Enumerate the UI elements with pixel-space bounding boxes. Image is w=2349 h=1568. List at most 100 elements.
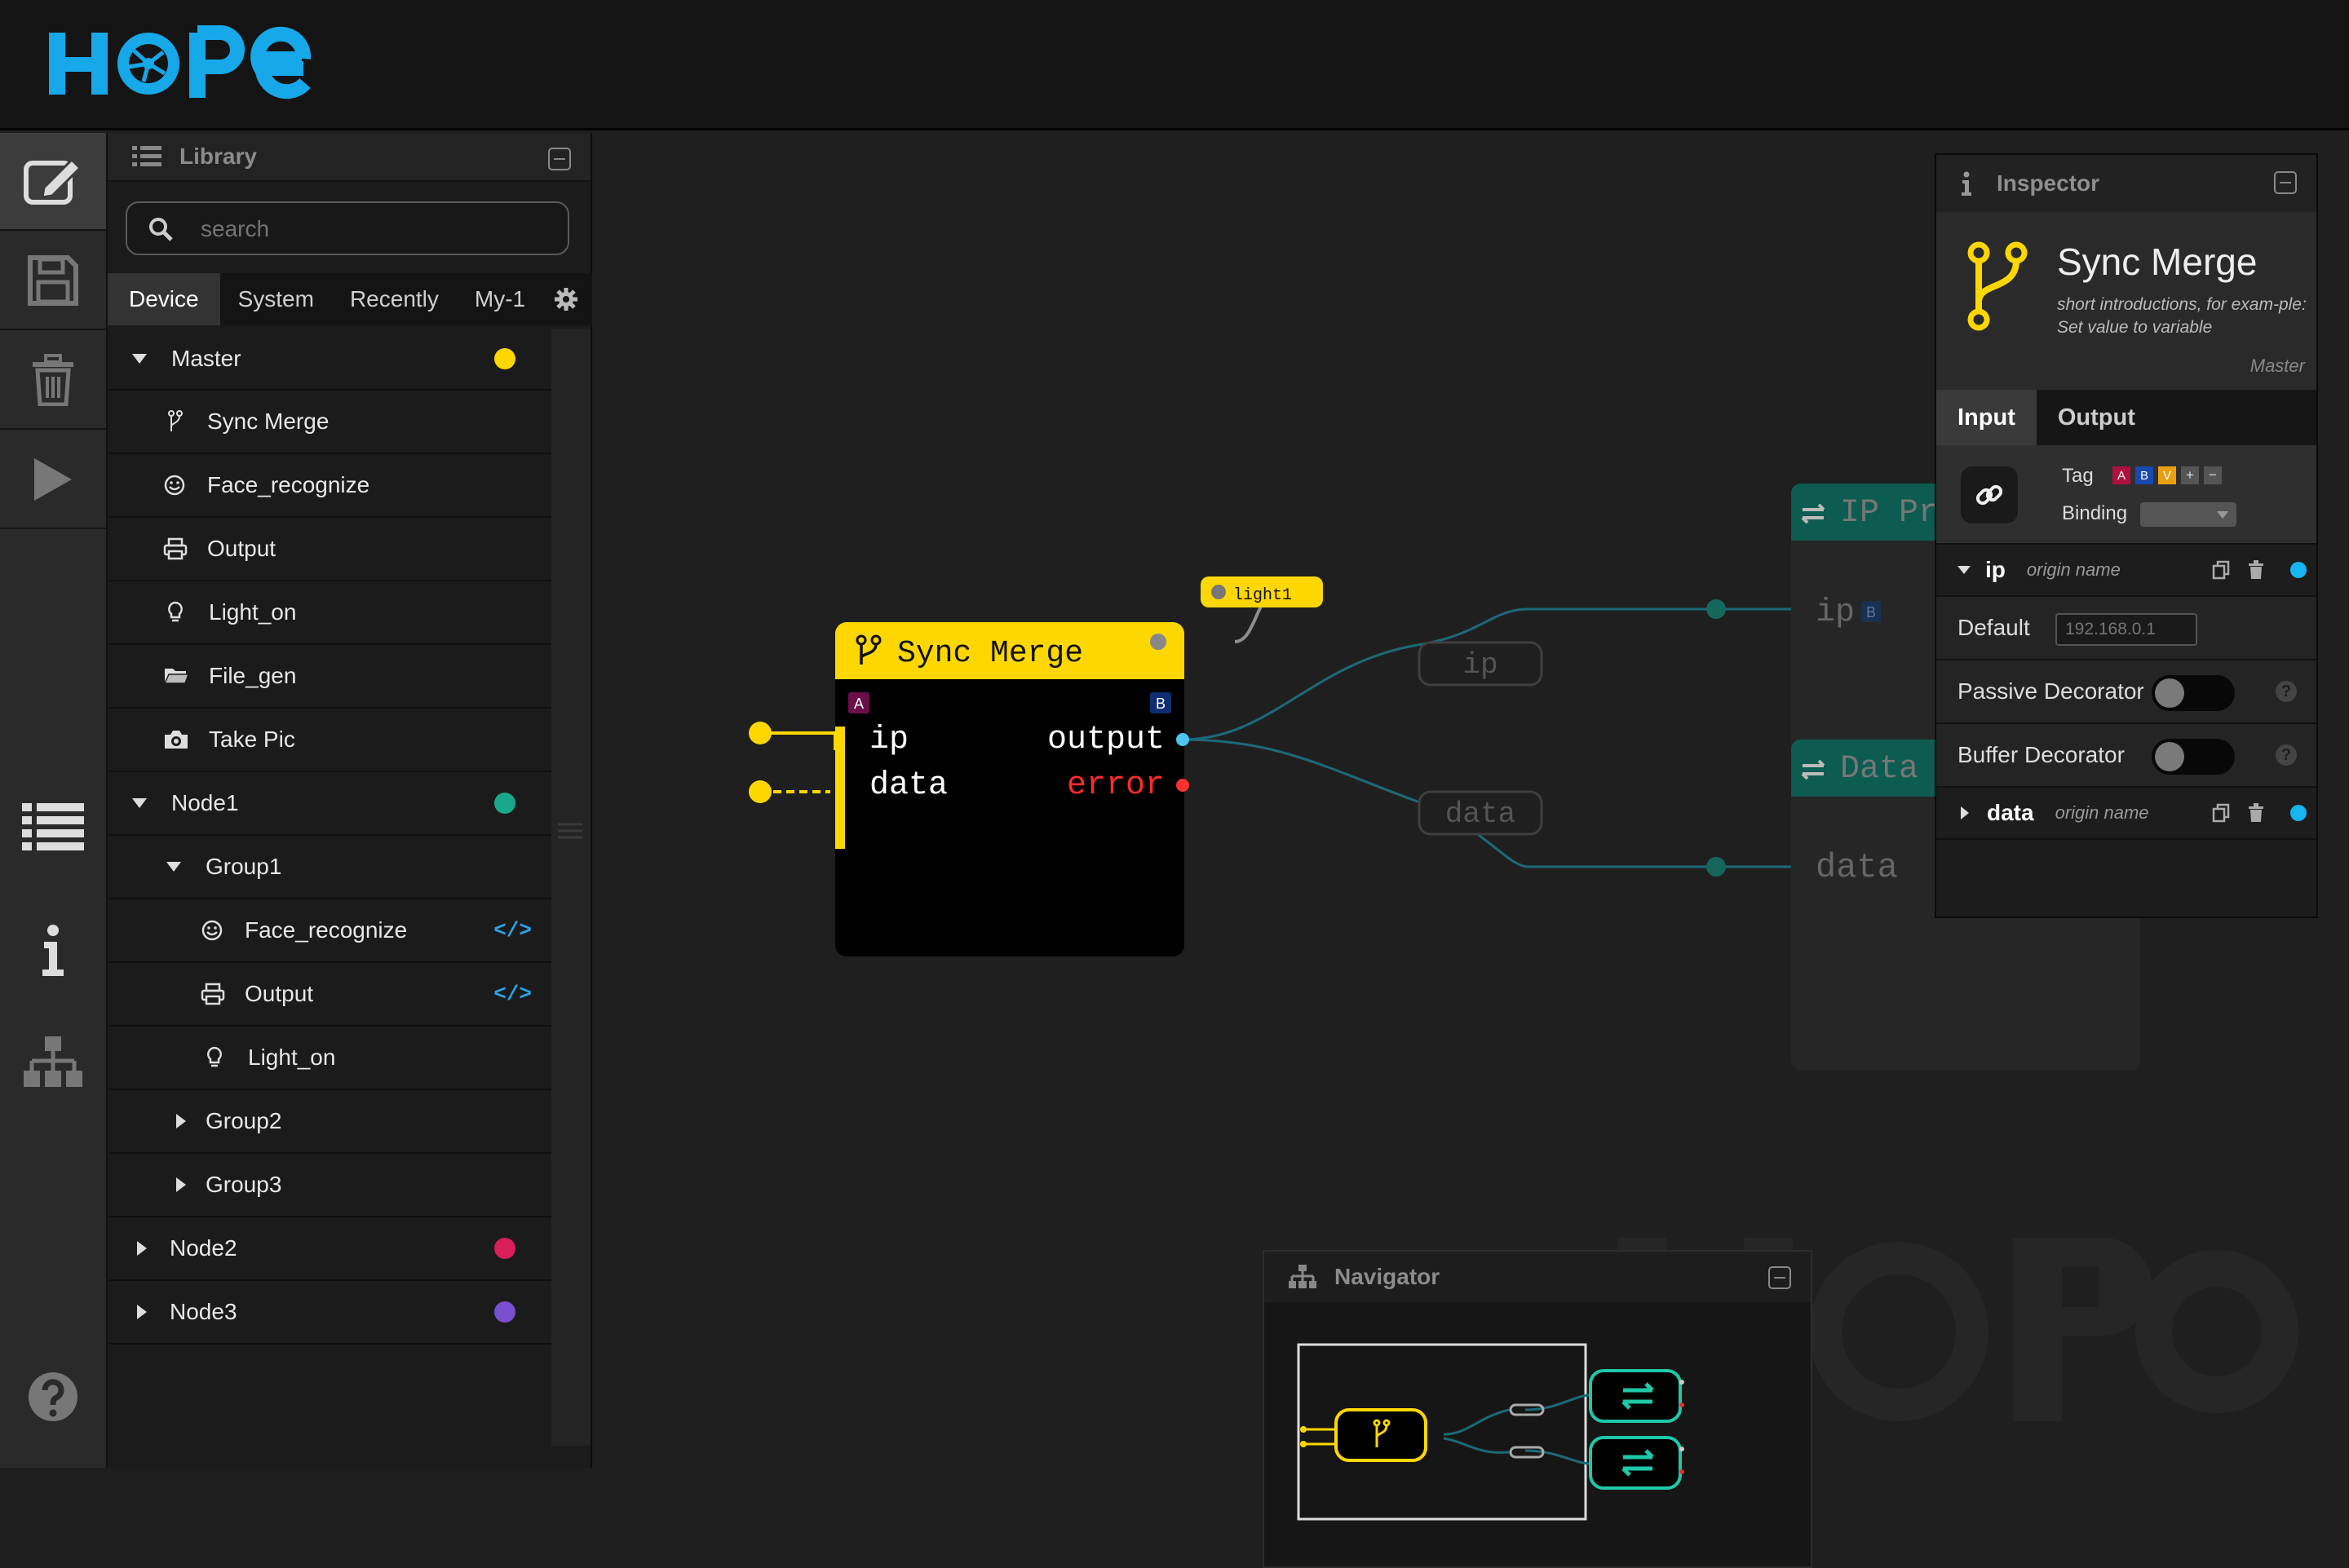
tag-handle[interactable]: [1150, 634, 1166, 650]
tree-label: Master: [171, 346, 241, 371]
port-section-ip[interactable]: ip origin name: [1936, 545, 2316, 597]
tree-item-light-on[interactable]: Light_on: [109, 1027, 551, 1090]
input-handle[interactable]: [749, 780, 772, 803]
tab-system[interactable]: System: [220, 273, 332, 325]
caret-right-icon: [176, 1177, 186, 1192]
tree-item-face-recognize[interactable]: Face_recognize: [109, 454, 551, 518]
inspector-toggle-button[interactable]: [0, 901, 106, 999]
help-button[interactable]: [0, 1348, 106, 1446]
tree-item-output[interactable]: Output </>: [109, 963, 551, 1027]
output-handle[interactable]: [1176, 733, 1189, 746]
code-icon[interactable]: </>: [493, 918, 532, 943]
tree-group-node1[interactable]: Node1: [109, 772, 551, 836]
light-tag[interactable]: light1: [1201, 576, 1323, 607]
run-button[interactable]: [0, 431, 106, 529]
left-toolbar: [0, 133, 108, 1468]
input-port-ip[interactable]: ip: [869, 722, 909, 758]
trash-icon[interactable]: [2248, 560, 2264, 580]
tree-item-take-pic[interactable]: Take Pic: [109, 709, 551, 772]
tree-item-light-on[interactable]: Light_on: [109, 581, 551, 645]
passive-decorator-label: Passive Decorator: [1958, 678, 2144, 704]
add-tag-button[interactable]: +: [2181, 466, 2199, 484]
binding-label: Binding: [2062, 502, 2128, 524]
inspector-node-category: Master: [2249, 356, 2305, 376]
tree-group-group3[interactable]: Group3: [109, 1154, 551, 1217]
library-toggle-button[interactable]: [0, 777, 106, 875]
port-name: data: [1987, 800, 2034, 825]
buffer-decorator-toggle[interactable]: [2152, 739, 2235, 775]
tag-chip-b[interactable]: B: [2135, 466, 2153, 484]
list-icon: [22, 803, 84, 850]
library-minimize-button[interactable]: [548, 148, 571, 170]
tree-label: Node2: [170, 1235, 237, 1261]
copy-icon[interactable]: [2212, 560, 2230, 580]
port-color-dot: [2290, 562, 2307, 578]
port-color-dot: [2290, 805, 2307, 821]
input-port-data[interactable]: data: [869, 767, 948, 804]
help-icon[interactable]: ?: [2276, 744, 2297, 766]
sync-merge-node[interactable]: Sync Merge A B ip data output error: [835, 622, 1189, 956]
remove-tag-button[interactable]: −: [2204, 466, 2222, 484]
tree-group-group2[interactable]: Group2: [109, 1090, 551, 1154]
tag-chip-v[interactable]: V: [2158, 466, 2176, 484]
tree-item-file-gen[interactable]: File_gen: [109, 645, 551, 709]
tree-group-group1[interactable]: Group1: [109, 836, 551, 899]
tree-label: Face_recognize: [245, 917, 408, 943]
passive-decorator-toggle[interactable]: [2152, 675, 2235, 711]
trash-icon[interactable]: [2248, 803, 2264, 823]
tab-output[interactable]: Output: [2037, 390, 2157, 445]
passive-decorator-row: Passive Decorator ?: [1936, 660, 2316, 724]
output-port-output[interactable]: output: [1047, 722, 1165, 758]
save-button[interactable]: [0, 232, 106, 330]
link-button[interactable]: [1961, 466, 2018, 523]
help-icon[interactable]: ?: [2276, 681, 2297, 702]
navigator-minimap[interactable]: [1264, 1304, 1811, 1565]
inspector-node-description: short introductions, for exam-ple: Set v…: [2057, 295, 2307, 337]
trash-icon: [33, 354, 73, 406]
tag-binding-area: Tag A B V + − Binding: [1936, 445, 2316, 545]
default-value-input[interactable]: [2055, 613, 2197, 646]
tree-item-sync-merge[interactable]: Sync Merge: [109, 391, 551, 454]
caret-down-icon: [132, 354, 147, 364]
port-section-data[interactable]: data origin name: [1936, 788, 2316, 840]
tab-input[interactable]: Input: [1936, 390, 2037, 445]
inspector-header: Inspector: [1936, 155, 2316, 212]
copy-icon[interactable]: [2212, 803, 2230, 823]
tree-label: Output: [245, 981, 314, 1006]
tab-device[interactable]: Device: [108, 273, 220, 325]
node-title: Sync Merge: [897, 636, 1083, 671]
status-dot: [494, 1301, 515, 1323]
tree-item-output[interactable]: Output: [109, 518, 551, 581]
buffer-decorator-row: Buffer Decorator ?: [1936, 724, 2316, 788]
tab-recently[interactable]: Recently: [332, 273, 457, 325]
bulb-icon: [168, 601, 183, 622]
tree-group-node3[interactable]: Node3: [109, 1281, 551, 1345]
edit-button[interactable]: [0, 133, 106, 231]
tag-chip-a[interactable]: A: [2112, 466, 2130, 484]
gear-icon[interactable]: [555, 288, 577, 311]
tree-label: Light_on: [248, 1045, 336, 1070]
tree-label: Light_on: [209, 599, 297, 625]
wire-label-data[interactable]: data: [1445, 797, 1515, 831]
tree-group-node2[interactable]: Node2: [109, 1217, 551, 1281]
delete-button[interactable]: [0, 332, 106, 430]
library-search[interactable]: [126, 201, 569, 255]
navigator-toggle-button[interactable]: [0, 1014, 106, 1111]
tab-my-1[interactable]: My-1: [457, 273, 543, 325]
hope-logo[interactable]: [42, 23, 336, 104]
port-badge: B: [1866, 604, 1876, 621]
wire-label-ip[interactable]: ip: [1462, 648, 1497, 682]
error-handle[interactable]: [1176, 779, 1189, 792]
input-handle[interactable]: [749, 722, 772, 744]
output-port-error[interactable]: error: [1067, 767, 1165, 804]
tree-item-face-recognize[interactable]: Face_recognize </>: [109, 899, 551, 963]
search-input[interactable]: [201, 210, 543, 249]
merge-icon: [168, 410, 183, 431]
navigator-minimize-button[interactable]: [1768, 1266, 1791, 1289]
library-scrollbar[interactable]: [551, 329, 591, 1446]
code-icon[interactable]: </>: [493, 982, 532, 1006]
tree-group-master[interactable]: Master: [109, 329, 551, 391]
inspector-minimize-button[interactable]: [2274, 171, 2297, 194]
binding-select[interactable]: [2140, 502, 2236, 527]
inspector-tabs: Input Output: [1936, 390, 2316, 445]
